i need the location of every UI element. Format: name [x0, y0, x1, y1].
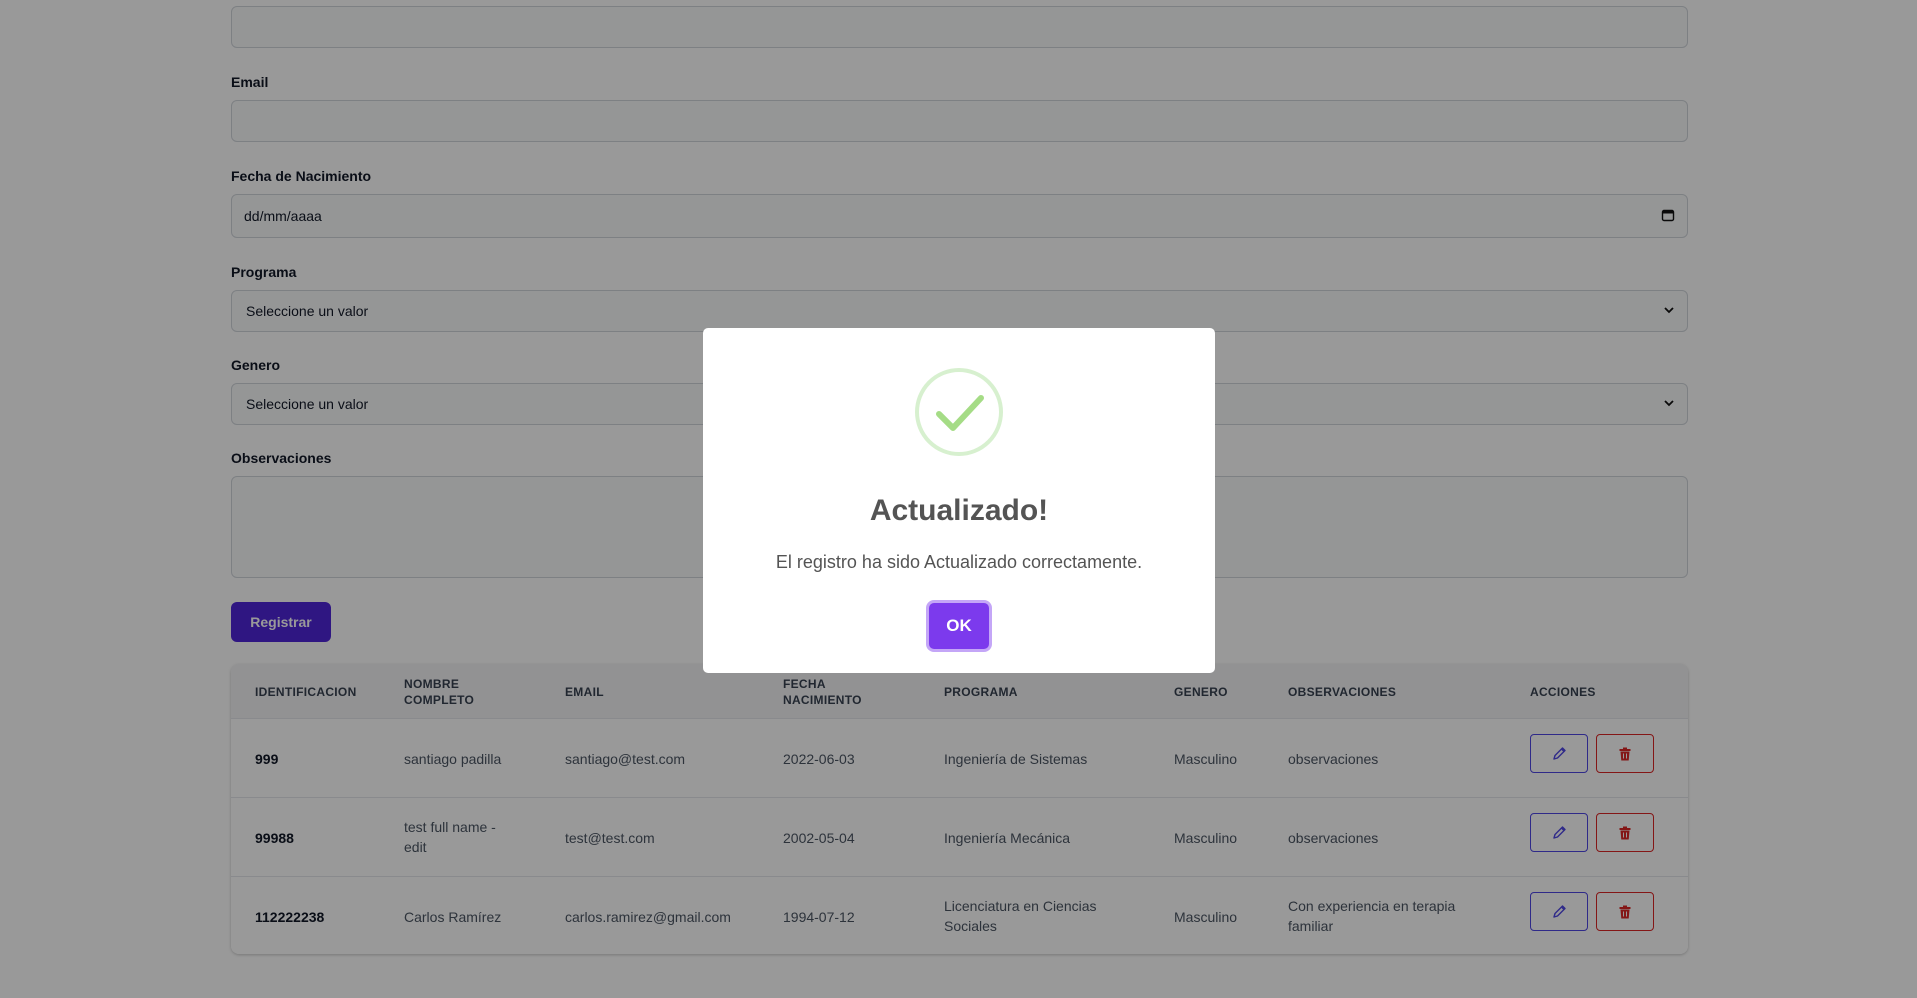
dialog-message: El registro ha sido Actualizado correcta… [775, 552, 1143, 572]
dialog-title: Actualizado! [869, 494, 1049, 527]
success-check-icon [915, 368, 1003, 456]
ok-button[interactable]: OK [929, 603, 989, 649]
success-dialog: Actualizado! El registro ha sido Actuali… [703, 328, 1215, 673]
